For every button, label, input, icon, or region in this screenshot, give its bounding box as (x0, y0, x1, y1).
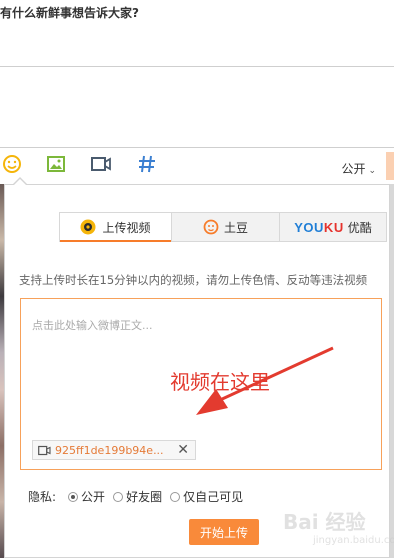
tab-youku-label: 优酷 (347, 220, 372, 235)
tab-upload-video-label: 上传视频 (102, 220, 151, 235)
privacy-option-friends-label: 好友圈 (126, 490, 163, 504)
hashtag-icon[interactable] (136, 153, 158, 175)
baidu-watermark: Bai 经验 jingyan.baidu.com (283, 506, 394, 546)
privacy-option-only-me-label: 仅自己可见 (183, 490, 244, 504)
video-camera-icon[interactable] (90, 153, 112, 175)
privacy-dropdown[interactable]: 公开 ⌄ (341, 160, 376, 177)
uploaded-file-chip: 925ff1de199b94e... ✕ (32, 440, 196, 460)
background-strip (390, 184, 394, 558)
youku-logo-text: YOUKU (294, 219, 344, 235)
file-name: 925ff1de199b94e... (55, 443, 164, 457)
privacy-options: 隐私: 公开 好友圈 仅自己可见 (28, 488, 251, 505)
tab-tudou-label: 土豆 (223, 220, 248, 235)
privacy-option-public-label: 公开 (81, 490, 106, 504)
compose-textarea[interactable] (0, 66, 394, 148)
compose-toolbar (0, 150, 394, 180)
radio-icon (170, 491, 181, 502)
radio-selected-icon (68, 491, 79, 502)
popup-caret-fill (13, 179, 27, 186)
video-source-tabs: 上传视频 土豆 YOUKU 优酷 (59, 212, 387, 242)
privacy-option-friends[interactable]: 好友圈 (113, 488, 162, 505)
tab-upload-video[interactable]: 上传视频 (60, 213, 171, 242)
compose-prompt: 有什么新鲜事想告诉大家? (0, 6, 139, 20)
tudou-icon (203, 219, 219, 235)
post-text-placeholder: 点击此处输入微博正文... (32, 319, 153, 332)
annotation-arrow (196, 346, 334, 415)
privacy-dropdown-label: 公开 (341, 162, 366, 176)
watermark-url: jingyan.baidu.com (313, 535, 394, 546)
privacy-label: 隐私: (28, 490, 57, 504)
start-upload-button[interactable]: 开始上传 (189, 519, 259, 545)
privacy-option-public[interactable]: 公开 (68, 488, 105, 505)
close-icon[interactable]: ✕ (177, 443, 189, 457)
upload-video-icon (80, 219, 96, 235)
watermark-logo-text: Bai 经验 (283, 510, 366, 534)
youku-logo: YOUKU (294, 220, 343, 235)
tab-tudou[interactable]: 土豆 (171, 213, 279, 241)
smiley-icon[interactable] (1, 153, 23, 175)
upload-hint-text: 支持上传时长在15分钟以内的视频，请勿上传色情、反动等违法视频 (19, 273, 368, 287)
image-icon[interactable] (45, 153, 67, 175)
tab-youku[interactable]: YOUKU 优酷 (279, 213, 386, 241)
video-file-icon (38, 445, 51, 456)
send-button-edge[interactable] (386, 152, 394, 180)
chevron-down-icon: ⌄ (368, 166, 376, 176)
privacy-option-only-me[interactable]: 仅自己可见 (170, 488, 243, 505)
radio-icon (113, 491, 124, 502)
